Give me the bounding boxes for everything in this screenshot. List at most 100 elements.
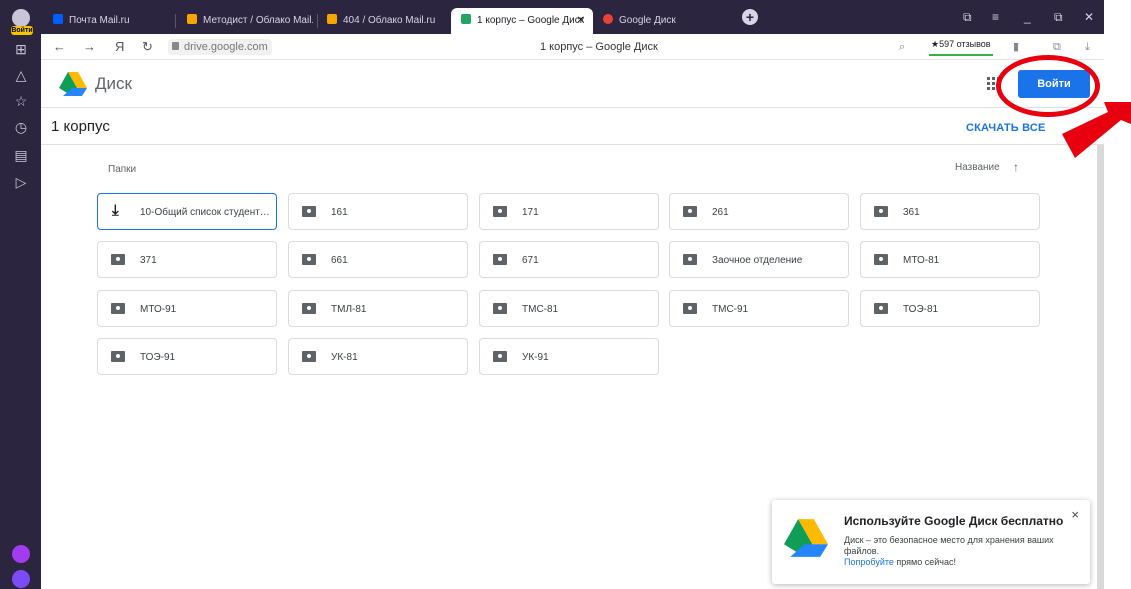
play-icon[interactable]: ▷: [12, 173, 30, 191]
drive-app-name[interactable]: Диск: [95, 74, 132, 94]
close-icon[interactable]: ×: [1071, 508, 1079, 522]
sort-by-name[interactable]: Название: [955, 162, 1000, 174]
folder-item[interactable]: 261: [669, 193, 849, 230]
popup-description: Диск – это безопасное место для хранения…: [844, 535, 1054, 556]
extensions-icon[interactable]: ⧉: [1053, 40, 1061, 54]
folder-name: 671: [522, 255, 539, 266]
url-field[interactable]: drive.google.com: [168, 39, 272, 55]
folder-item[interactable]: ТОЭ-81: [860, 290, 1040, 327]
forward-icon[interactable]: →: [83, 39, 96, 55]
folder-name: 261: [712, 207, 729, 218]
folder-name: Заочное отделение: [712, 255, 803, 266]
shared-folder-icon: [874, 206, 888, 217]
download-icon: ⤓: [112, 202, 119, 219]
alice-icon[interactable]: [12, 545, 30, 563]
shared-folder-icon: [683, 303, 697, 314]
minimize-icon[interactable]: _: [1024, 10, 1031, 24]
star-icon[interactable]: ☆: [12, 92, 30, 110]
folder-item[interactable]: ТМЛ-81: [288, 290, 468, 327]
popup-suffix: прямо сейчас!: [893, 557, 956, 567]
tab-drive-active[interactable]: 1 корпус – Google Диск ✕: [451, 8, 593, 34]
file-item[interactable]: ⤓ 10-Общий список студентов: [97, 193, 277, 230]
cloud-favicon-icon: [187, 14, 197, 25]
assistant-icon[interactable]: [12, 570, 30, 588]
folder-title: 1 корпус: [51, 118, 110, 135]
shared-folder-icon: [493, 351, 507, 362]
folder-item[interactable]: 361: [860, 193, 1040, 230]
folder-name: 661: [331, 255, 348, 266]
annotation-arrow-icon: [1062, 102, 1131, 158]
folder-item[interactable]: 171: [479, 193, 659, 230]
address-page-title: 1 корпус – Google Диск: [540, 41, 658, 53]
screenshot-root: { "browser": { "profile_badge": "Войти",…: [0, 0, 1131, 589]
bookmark-icon[interactable]: ▮: [1013, 40, 1019, 54]
folder-name: УК-81: [331, 352, 358, 363]
shared-folder-icon: [302, 351, 316, 362]
folder-name: УК-91: [522, 352, 549, 363]
back-icon[interactable]: ←: [53, 39, 66, 55]
reviews-badge[interactable]: ★597 отзывов: [929, 37, 993, 56]
folder-item[interactable]: МТО-91: [97, 290, 277, 327]
bell-icon[interactable]: △: [12, 66, 30, 84]
drive-header: Диск Войти: [41, 60, 1104, 108]
google-drive-logo-icon: [784, 519, 828, 557]
tableau-icon[interactable]: ⊞: [12, 40, 30, 58]
shared-folder-icon: [874, 303, 888, 314]
menu-icon[interactable]: ≡: [992, 10, 999, 24]
tab-mail[interactable]: Почта Mail.ru: [43, 8, 169, 34]
folder-name: 371: [140, 255, 157, 266]
folder-name: ТМС-81: [522, 304, 559, 315]
folder-item[interactable]: Заочное отделение: [669, 241, 849, 278]
folder-item[interactable]: 371: [97, 241, 277, 278]
profile-avatar[interactable]: [12, 9, 30, 27]
copy-icon[interactable]: ⧉: [963, 10, 972, 24]
folder-item[interactable]: УК-91: [479, 338, 659, 375]
folder-item[interactable]: 661: [288, 241, 468, 278]
mail-favicon-icon: [53, 14, 63, 25]
lock-icon: [172, 42, 179, 51]
shared-folder-icon: [302, 206, 316, 217]
scrollbar[interactable]: [1097, 145, 1104, 589]
tab-metodist[interactable]: Методист / Облако Mail.ru: [177, 8, 313, 34]
google-favicon-icon: [603, 14, 613, 25]
search-icon[interactable]: ⌕: [899, 40, 905, 54]
reload-icon[interactable]: ↻: [142, 39, 153, 55]
yandex-icon[interactable]: Я: [115, 39, 124, 55]
shared-folder-icon: [493, 206, 507, 217]
shared-folder-icon: [302, 254, 316, 265]
shared-folder-icon: [683, 254, 697, 265]
promo-popup: Используйте Google Диск бесплатно × Диск…: [772, 500, 1090, 584]
notes-icon[interactable]: ▤: [12, 146, 30, 164]
folder-item[interactable]: ТМС-81: [479, 290, 659, 327]
cloud-favicon-icon: [327, 14, 337, 25]
try-link[interactable]: Попробуйте: [844, 557, 894, 567]
tab-google-drive[interactable]: Google Диск: [593, 8, 733, 34]
history-icon[interactable]: ◷: [12, 118, 30, 136]
shared-folder-icon: [874, 254, 888, 265]
folder-item[interactable]: УК-81: [288, 338, 468, 375]
download-icon[interactable]: ⤓: [1085, 40, 1090, 54]
folder-item[interactable]: ТОЭ-91: [97, 338, 277, 375]
folder-item[interactable]: 671: [479, 241, 659, 278]
folder-item[interactable]: ТМС-91: [669, 290, 849, 327]
shared-folder-icon: [111, 351, 125, 362]
shared-folder-icon: [683, 206, 697, 217]
folder-name: 361: [903, 207, 920, 218]
folder-item[interactable]: 161: [288, 193, 468, 230]
folder-item[interactable]: МТО-81: [860, 241, 1040, 278]
close-window-icon[interactable]: ✕: [1084, 10, 1094, 24]
profile-signin-badge[interactable]: Войти: [11, 26, 33, 35]
download-all-button[interactable]: СКАЧАТЬ ВСЕ: [966, 121, 1046, 135]
folder-name: 161: [331, 207, 348, 218]
tab-404[interactable]: 404 / Облако Mail.ru: [317, 8, 447, 34]
folder-name: МТО-91: [140, 304, 177, 315]
close-tab-icon[interactable]: ✕: [577, 8, 585, 34]
shared-folder-icon: [111, 303, 125, 314]
arrow-up-icon[interactable]: ↑: [1013, 160, 1019, 174]
address-bar: ← → Я ↻ drive.google.com 1 корпус – Goog…: [41, 34, 1104, 60]
file-name: 10-Общий список студентов: [140, 207, 270, 218]
folder-name: ТМЛ-81: [331, 304, 367, 315]
folder-toolbar: 1 корпус СКАЧАТЬ ВСЕ: [41, 108, 1104, 145]
restore-icon[interactable]: ⧉: [1054, 10, 1063, 24]
new-tab-button[interactable]: +: [742, 9, 758, 25]
